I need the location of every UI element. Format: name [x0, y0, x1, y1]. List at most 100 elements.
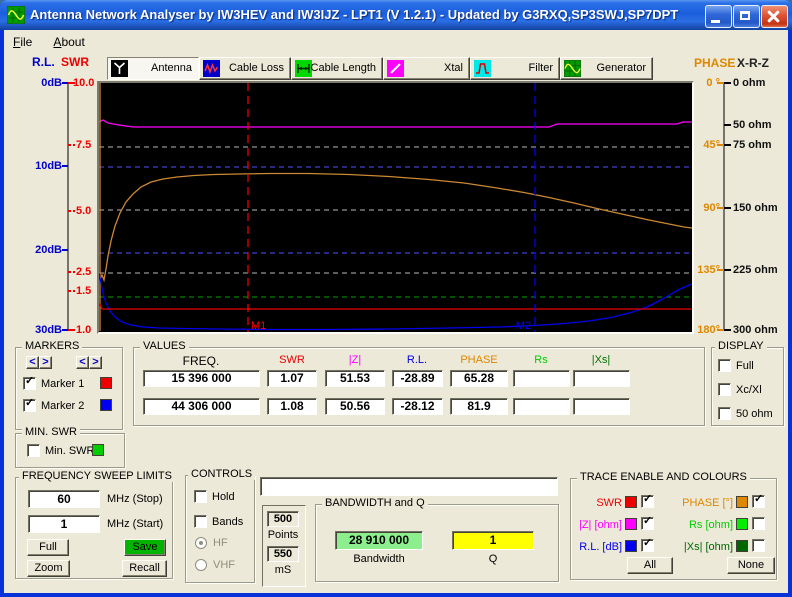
min-swr-checkbox[interactable] [27, 444, 40, 457]
ms-label: mS [262, 564, 304, 576]
trace-rl-checkbox[interactable] [641, 539, 654, 552]
trace-rl-label: R.L. [dB] [575, 541, 622, 553]
display-full-checkbox[interactable] [718, 359, 731, 372]
trace-rl-colorbox[interactable] [625, 540, 637, 552]
hold-checkbox[interactable] [194, 490, 207, 503]
marker1-next-button[interactable]: > [39, 356, 52, 369]
trace-rs-checkbox[interactable] [752, 517, 765, 530]
swr-tick-7-5: 7.5 [76, 139, 91, 151]
trace-xs-colorbox[interactable] [736, 540, 748, 552]
zoom-button[interactable]: Zoom [27, 560, 70, 577]
tab-cable-loss[interactable]: Cable Loss [199, 57, 291, 80]
xrz-axis-title: X-R-Z [737, 56, 769, 70]
ohm-tick-150: 150 ohm [733, 202, 778, 214]
close-button[interactable] [761, 5, 788, 28]
trace-xs-checkbox[interactable] [752, 539, 765, 552]
tab-cable-length[interactable]: Cable Length [291, 57, 383, 80]
values-header-freq: FREQ. [171, 354, 231, 368]
rl-tick-20db: 20dB [28, 244, 62, 256]
marker2-rs-value [513, 398, 570, 415]
start-freq-input[interactable] [28, 515, 100, 533]
chart-plot: M1M2 [99, 83, 692, 332]
marker2-colorbox[interactable] [100, 399, 112, 411]
tab-xtal-label: Xtal [444, 62, 463, 74]
display-xcxl-checkbox[interactable] [718, 383, 731, 396]
controls-caption: CONTROLS [188, 468, 255, 480]
marker1-prev-button[interactable]: < [26, 356, 39, 369]
values-header-z: |Z| [325, 354, 385, 366]
trace-swr-colorbox[interactable] [625, 496, 637, 508]
bandwidth-label: Bandwidth [335, 553, 423, 565]
bands-checkbox[interactable] [194, 515, 207, 528]
recall-button[interactable]: Recall [122, 560, 167, 577]
rl-axis-title: R.L. [32, 55, 55, 69]
ohm-tick-225: 225 ohm [733, 264, 778, 276]
vhf-label: VHF [213, 559, 235, 571]
trace-z-checkbox[interactable] [641, 517, 654, 530]
tab-cable-loss-label: Cable Loss [229, 62, 284, 74]
marker1-phase-value: 65.28 [450, 370, 508, 387]
tab-filter[interactable]: Filter [470, 57, 560, 80]
trace-phase-label: PHASE [°] [660, 497, 733, 509]
trace-swr-label: SWR [575, 497, 622, 509]
title-bar[interactable]: Antenna Network Analyser by IW3HEV and I… [0, 0, 792, 30]
all-button[interactable]: All [627, 557, 673, 574]
swr-tick-5: 5.0 [76, 205, 91, 217]
bandwidth-q-caption: BANDWIDTH and Q [322, 497, 428, 509]
marker1-z-value: 51.53 [325, 370, 385, 387]
trace-phase-colorbox[interactable] [736, 496, 748, 508]
marker2-next-button[interactable]: > [89, 356, 102, 369]
swr-tick-10: 10.0 [73, 77, 94, 89]
marker1-checkbox[interactable] [23, 377, 36, 390]
tab-antenna-label: Antenna [151, 62, 192, 74]
vhf-radio[interactable] [195, 559, 207, 571]
tab-antenna[interactable]: Antenna [107, 57, 199, 80]
display-50ohm-checkbox[interactable] [718, 407, 731, 420]
none-button[interactable]: None [727, 557, 775, 574]
min-swr-colorbox[interactable] [92, 444, 104, 456]
maximize-button[interactable] [733, 5, 760, 28]
trace-z-colorbox[interactable] [625, 518, 637, 530]
xtal-icon [387, 60, 404, 77]
trace-phase-checkbox[interactable] [752, 495, 765, 508]
message-input[interactable] [260, 477, 558, 496]
rl-tick-30db: 30dB [28, 324, 62, 336]
swr-tick-2-5: 2.5 [76, 266, 91, 278]
stop-freq-input[interactable] [28, 490, 100, 508]
start-freq-label: MHz (Start) [107, 518, 163, 530]
marker1-xs-value [573, 370, 630, 387]
trace-enable-caption: TRACE ENABLE AND COLOURS [577, 471, 750, 483]
marker2-prev-button[interactable]: < [76, 356, 89, 369]
menu-bar: File About [4, 32, 94, 52]
chart-area[interactable]: M1M2 [97, 81, 694, 334]
ohm-tick-75: 75 ohm [733, 139, 772, 151]
marker2-label: Marker 2 [41, 400, 84, 412]
minimize-button[interactable] [705, 5, 732, 28]
tab-generator[interactable]: Generator [560, 57, 653, 80]
ms-value[interactable]: 550 [267, 546, 299, 562]
marker2-phase-value: 81.9 [450, 398, 508, 415]
menu-about[interactable]: About [44, 32, 93, 52]
marker2-rl-value: -28.12 [392, 398, 443, 415]
marker2-checkbox[interactable] [23, 399, 36, 412]
phase-axis-title: PHASE [694, 56, 735, 70]
q-value: 1 [452, 531, 534, 550]
cable-loss-icon [203, 60, 220, 77]
points-value[interactable]: 500 [267, 511, 299, 527]
trace-rs-colorbox[interactable] [736, 518, 748, 530]
generator-icon [564, 60, 581, 77]
min-swr-caption: MIN. SWR [22, 426, 80, 438]
tab-xtal[interactable]: Xtal [383, 57, 470, 80]
full-button[interactable]: Full [27, 539, 69, 556]
trace-swr-checkbox[interactable] [641, 495, 654, 508]
marker1-label: Marker 1 [41, 378, 84, 390]
hf-radio[interactable] [195, 537, 207, 549]
menu-file[interactable]: File [4, 32, 41, 52]
swr-axis-title: SWR [61, 55, 89, 69]
marker1-colorbox[interactable] [100, 377, 112, 389]
save-button[interactable]: Save [124, 539, 166, 556]
rl-tick-0db: 0dB [28, 77, 62, 89]
trace-z-label: |Z| [ohm] [575, 519, 622, 531]
marker1-swr-value: 1.07 [267, 370, 317, 387]
tab-filter-label: Filter [529, 62, 553, 74]
